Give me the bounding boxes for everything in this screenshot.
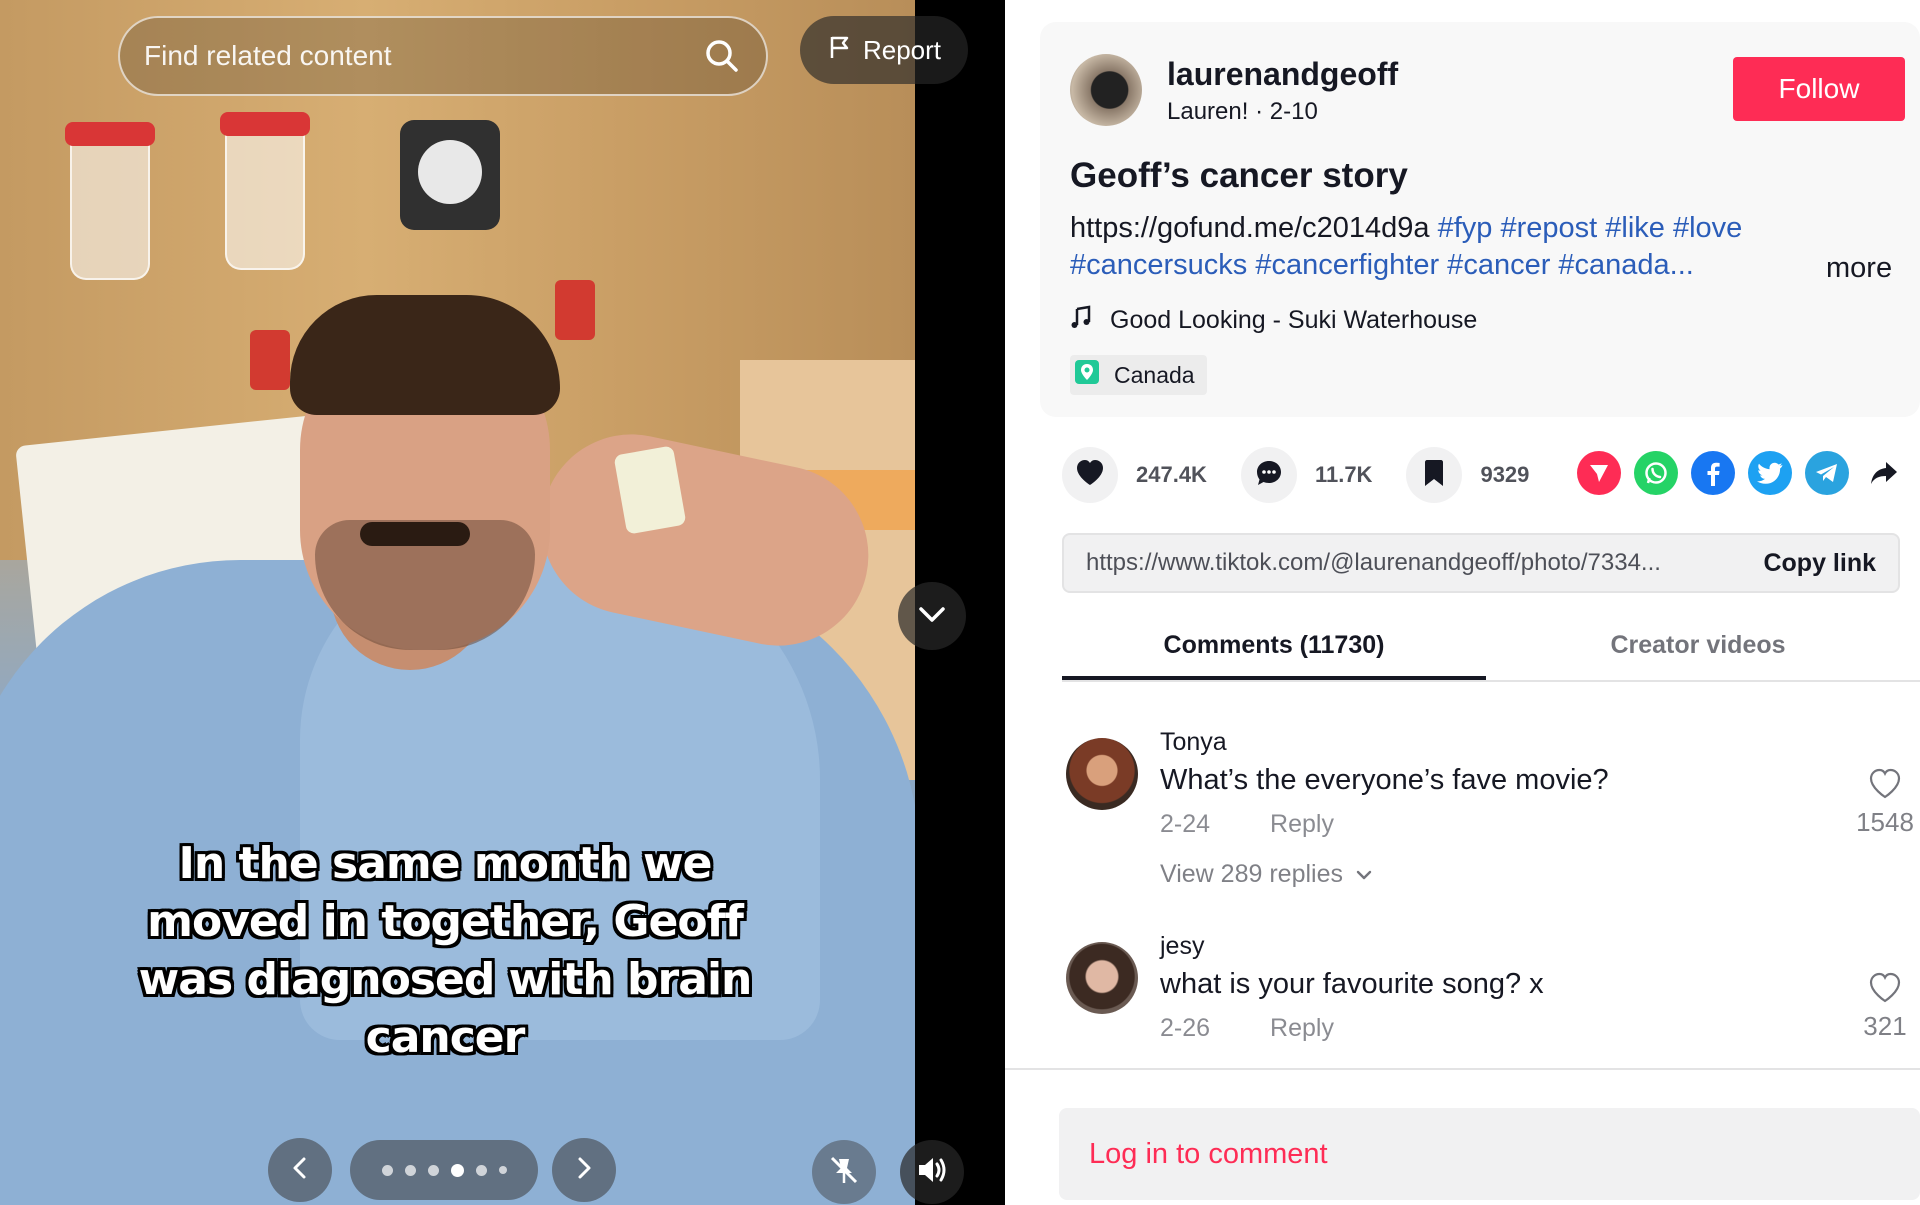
- view-replies-label: View 289 replies: [1160, 860, 1343, 888]
- panel-tabs: Comments (11730) Creator videos: [1062, 620, 1920, 682]
- report-label: Report: [862, 34, 942, 65]
- next-post-button[interactable]: [898, 582, 966, 650]
- copy-link-button[interactable]: Copy link: [1763, 549, 1876, 578]
- view-replies-button[interactable]: View 289 replies: [1160, 860, 1373, 889]
- copy-link-box: https://www.tiktok.com/@laurenandgeoff/p…: [1062, 533, 1900, 593]
- speaker-icon: [914, 1152, 950, 1193]
- comment-date: 2-24: [1160, 810, 1211, 838]
- author-avatar[interactable]: [1070, 54, 1142, 126]
- post-url[interactable]: https://www.tiktok.com/@laurenandgeoff/p…: [1086, 549, 1763, 577]
- more-link[interactable]: more: [1826, 252, 1892, 285]
- chevron-right-icon: [570, 1154, 598, 1187]
- share-buttons: [1577, 451, 1906, 495]
- media-viewer: Find related content Report In the same …: [0, 0, 1005, 1205]
- tab-comments[interactable]: Comments (11730): [1062, 620, 1486, 680]
- share-arrow-icon[interactable]: [1862, 451, 1906, 495]
- commenter-avatar[interactable]: [1066, 738, 1138, 810]
- like-count: 247.4K: [1136, 462, 1207, 487]
- telegram-icon[interactable]: [1805, 451, 1849, 495]
- save-action[interactable]: 9329: [1406, 447, 1529, 503]
- chevron-down-icon: [915, 597, 949, 636]
- hashtags-line-1[interactable]: #fyp #repost #like #love: [1438, 212, 1743, 244]
- comment-like[interactable]: 321: [1850, 972, 1920, 1042]
- save-count: 9329: [1480, 462, 1530, 487]
- tab-creator-videos[interactable]: Creator videos: [1486, 620, 1910, 680]
- commenter-name[interactable]: Tonya: [1160, 728, 1227, 757]
- like-action[interactable]: 247.4K: [1062, 447, 1207, 503]
- post-title: Geoff’s cancer story: [1070, 156, 1408, 195]
- post-description-card: laurenandgeoff Lauren! · 2-10 Follow Geo…: [1040, 22, 1920, 417]
- slide-indicator: [350, 1140, 538, 1200]
- slide-dot[interactable]: [381, 1164, 393, 1176]
- comments-divider: [1005, 1068, 1920, 1070]
- whatsapp-icon[interactable]: [1634, 451, 1678, 495]
- comment-count: 11.7K: [1314, 462, 1373, 487]
- location-tag[interactable]: Canada: [1070, 355, 1207, 395]
- author-username[interactable]: laurenandgeoff: [1167, 56, 1398, 93]
- next-slide-button[interactable]: [552, 1138, 616, 1202]
- twitter-icon[interactable]: [1748, 451, 1792, 495]
- location-name: Canada: [1114, 361, 1195, 388]
- comment-like-count: 321: [1863, 1011, 1907, 1041]
- pin-off-icon: [827, 1153, 861, 1192]
- comment-like[interactable]: 1548: [1850, 768, 1920, 838]
- gofund-link[interactable]: https://gofund.me/c2014d9a: [1070, 212, 1430, 244]
- photo-caption: In the same month we moved in together, …: [138, 838, 753, 1063]
- comment-date: 2-26: [1160, 1014, 1211, 1042]
- search-placeholder: Find related content: [144, 40, 392, 71]
- post-info-panel: laurenandgeoff Lauren! · 2-10 Follow Geo…: [1005, 0, 1920, 1205]
- post-description: https://gofund.me/c2014d9a #fyp #repost …: [1070, 210, 1830, 284]
- dot-separator: ·: [1255, 98, 1270, 125]
- volume-button[interactable]: [900, 1140, 964, 1204]
- commenter-avatar[interactable]: [1066, 942, 1138, 1014]
- slide-dot-active[interactable]: [450, 1163, 464, 1177]
- engagement-bar: 247.4K 11.7K 9329: [1062, 447, 1563, 503]
- login-to-comment-bar[interactable]: Log in to comment: [1059, 1108, 1920, 1200]
- heart-icon: [1075, 459, 1105, 492]
- commenter-name[interactable]: jesy: [1160, 932, 1204, 961]
- comment-text: What’s the everyone’s fave movie?: [1160, 764, 1609, 796]
- slide-dot[interactable]: [498, 1166, 507, 1174]
- hashtags-line-2[interactable]: #cancersucks #cancerfighter #cancer #can…: [1070, 249, 1694, 281]
- comment-item: Tonya What’s the everyone’s fave movie? …: [1062, 728, 1920, 898]
- facebook-icon[interactable]: [1691, 451, 1735, 495]
- author-display-name: Lauren!: [1167, 98, 1249, 125]
- report-button[interactable]: Report: [800, 16, 968, 84]
- search-icon[interactable]: [702, 36, 742, 76]
- reply-button[interactable]: Reply: [1270, 810, 1334, 839]
- repost-icon[interactable]: [1577, 451, 1621, 495]
- comment-like-count: 1548: [1856, 807, 1914, 837]
- find-related-search[interactable]: Find related content: [118, 16, 768, 96]
- music-title: Good Looking - Suki Waterhouse: [1110, 306, 1478, 334]
- comment-item: jesy what is your favourite song? x 2-26…: [1062, 932, 1920, 1052]
- autoplay-off-button[interactable]: [812, 1140, 876, 1204]
- chevron-down-icon: [1355, 860, 1373, 889]
- music-row[interactable]: Good Looking - Suki Waterhouse: [1070, 305, 1477, 336]
- flag-icon: [827, 34, 853, 67]
- comment-icon: [1254, 458, 1284, 493]
- heart-outline-icon: [1868, 768, 1902, 804]
- comment-meta: 2-26 Reply: [1160, 1014, 1334, 1043]
- slide-dot[interactable]: [404, 1164, 416, 1176]
- author-subline: Lauren! · 2-10: [1167, 98, 1318, 126]
- chevron-left-icon: [286, 1154, 314, 1187]
- follow-button[interactable]: Follow: [1733, 57, 1905, 121]
- comment-meta: 2-24 Reply: [1160, 810, 1334, 839]
- slide-dot[interactable]: [475, 1164, 487, 1176]
- prev-slide-button[interactable]: [268, 1138, 332, 1202]
- bookmark-icon: [1422, 459, 1446, 492]
- music-note-icon: [1070, 305, 1092, 336]
- reply-button[interactable]: Reply: [1270, 1014, 1334, 1043]
- comment-action[interactable]: 11.7K: [1240, 447, 1373, 503]
- post-date: 2-10: [1269, 98, 1318, 125]
- slide-dot[interactable]: [427, 1164, 439, 1176]
- heart-outline-icon: [1868, 972, 1902, 1008]
- login-to-comment-link[interactable]: Log in to comment: [1089, 1138, 1328, 1171]
- location-pin-icon: [1074, 359, 1100, 391]
- comment-text: what is your favourite song? x: [1160, 968, 1544, 1000]
